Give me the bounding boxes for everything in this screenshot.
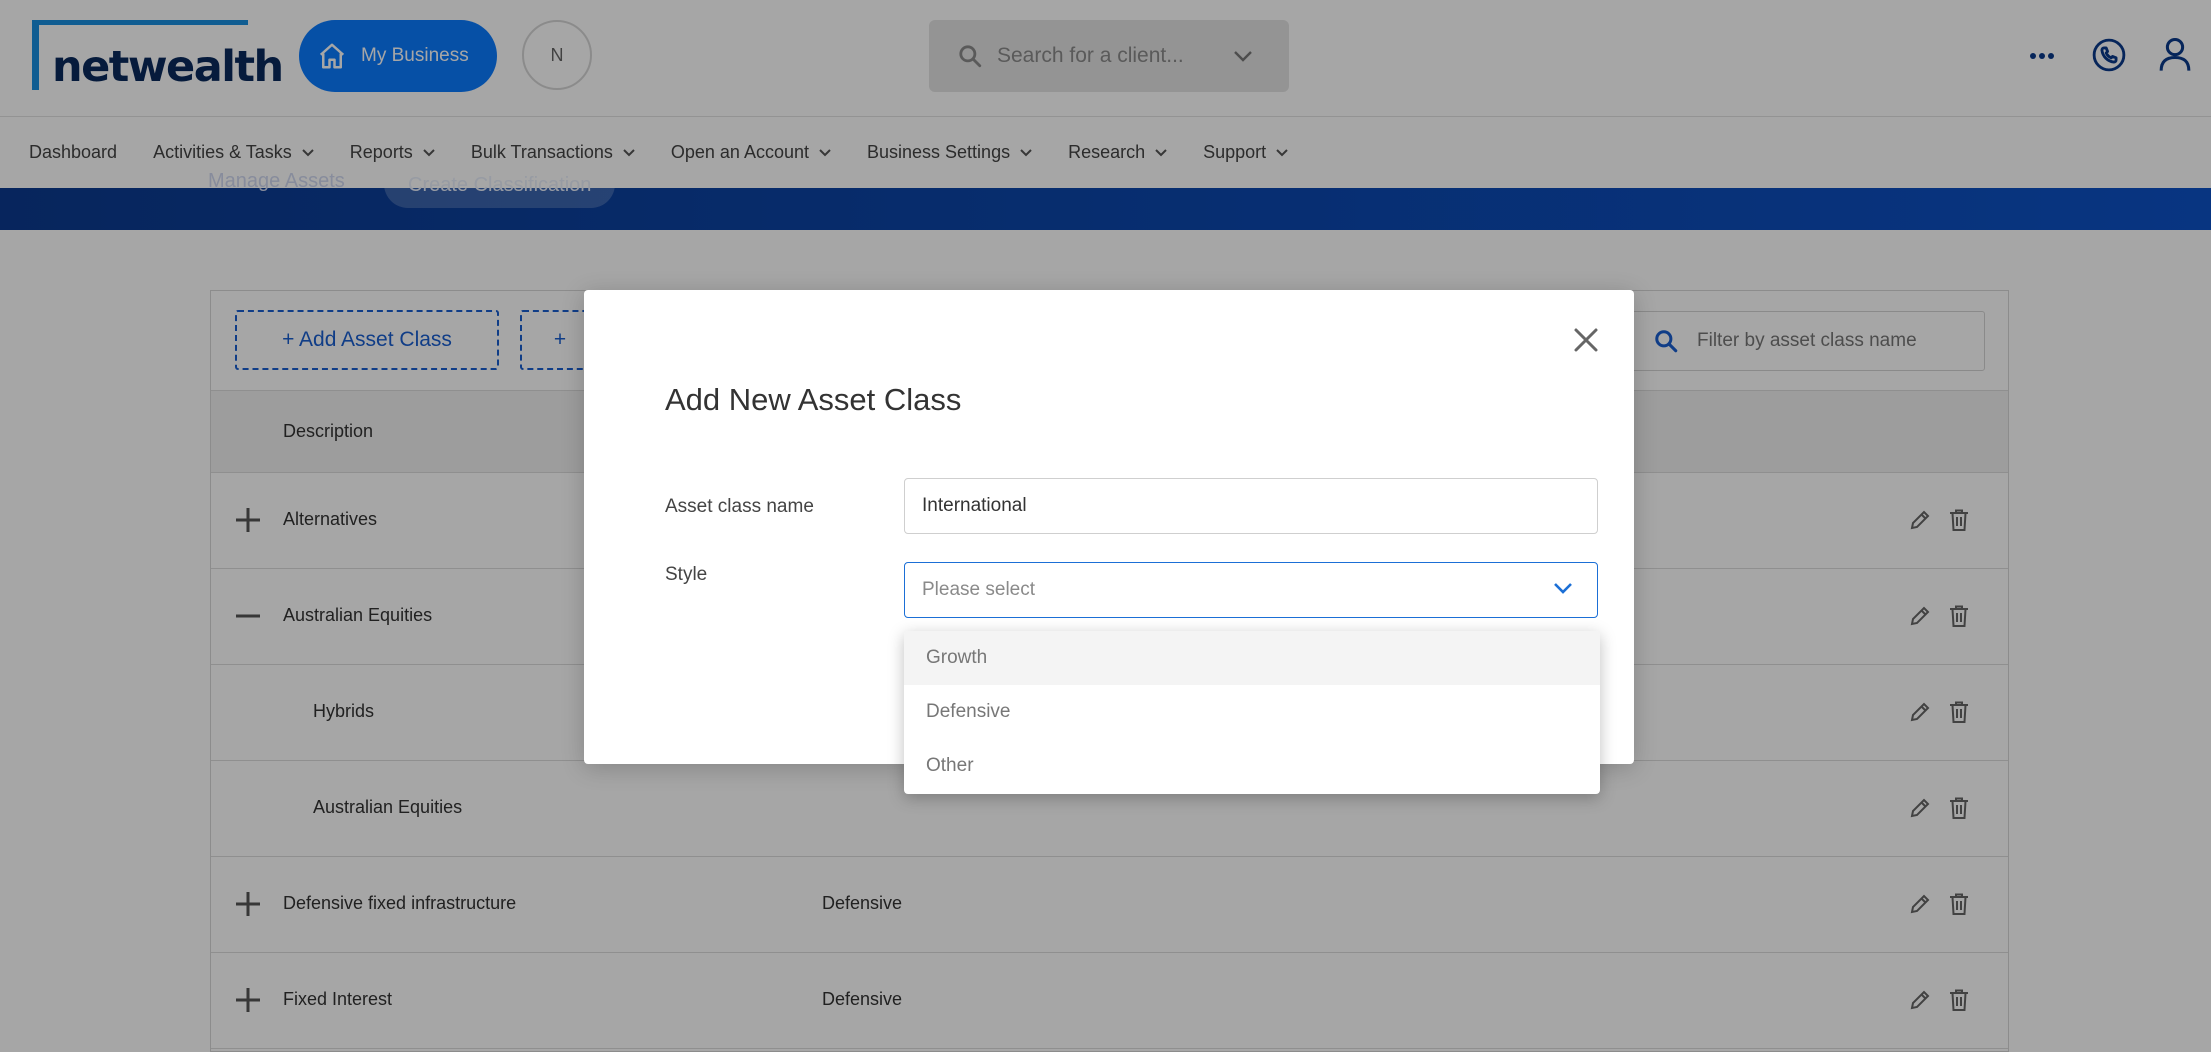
chevron-down-icon xyxy=(1554,583,1572,594)
style-dropdown-menu: Growth Defensive Other xyxy=(904,631,1600,794)
style-option-other[interactable]: Other xyxy=(904,739,1600,793)
style-label: Style xyxy=(665,564,708,585)
style-option-growth[interactable]: Growth xyxy=(904,631,1600,685)
style-select[interactable]: Please select xyxy=(904,562,1598,618)
asset-class-name-label: Asset class name xyxy=(665,496,814,517)
asset-class-name-input[interactable]: International xyxy=(904,478,1598,534)
style-select-placeholder: Please select xyxy=(922,579,1036,600)
close-icon[interactable] xyxy=(1572,326,1600,354)
dialog-title: Add New Asset Class xyxy=(665,382,962,417)
style-option-defensive[interactable]: Defensive xyxy=(904,685,1600,739)
